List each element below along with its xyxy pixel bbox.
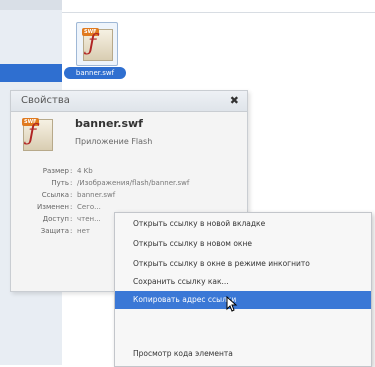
prop-path: Путь: /Изображения/flash/banner.swf	[51, 179, 190, 187]
context-menu: Открыть ссылку в новой вкладке Открыть с…	[114, 212, 372, 367]
sidebar-header	[0, 0, 62, 10]
flash-file-icon: SWF ƒ	[22, 118, 53, 151]
menu-item-inspect[interactable]: Просмотр кода элемента	[115, 345, 371, 363]
file-thumbnail[interactable]: SWF ƒ	[76, 22, 118, 66]
panel-file-name: banner.swf	[75, 117, 143, 130]
panel-title: Свойства	[21, 95, 70, 106]
menu-item-open-new-tab[interactable]: Открыть ссылку в новой вкладке	[115, 215, 371, 233]
sidebar-selected-item[interactable]	[0, 64, 62, 82]
flash-file-icon: SWF ƒ	[82, 28, 113, 61]
menu-item-open-incognito[interactable]: Открыть ссылку в окне в режиме инкогнито	[115, 255, 371, 273]
prop-size: Размер: 4 Kb	[42, 167, 93, 175]
flash-glyph-icon: ƒ	[88, 31, 97, 56]
close-icon[interactable]: ✖	[230, 94, 239, 107]
menu-item-open-new-window[interactable]: Открыть ссылку в новом окне	[115, 235, 371, 253]
divider	[62, 12, 375, 13]
menu-item-save-link[interactable]: Сохранить ссылку как...	[115, 273, 371, 291]
prop-link: Ссылка: banner.swf	[41, 191, 116, 199]
menu-item-blank	[115, 309, 371, 327]
menu-item-copy-link[interactable]: Копировать адрес ссылки	[115, 291, 371, 309]
panel-header: Свойства ✖	[11, 91, 247, 112]
panel-file-type: Приложение Flash	[75, 137, 153, 146]
file-name-label[interactable]: banner.swf	[64, 67, 126, 79]
flash-glyph-icon: ƒ	[28, 121, 37, 146]
